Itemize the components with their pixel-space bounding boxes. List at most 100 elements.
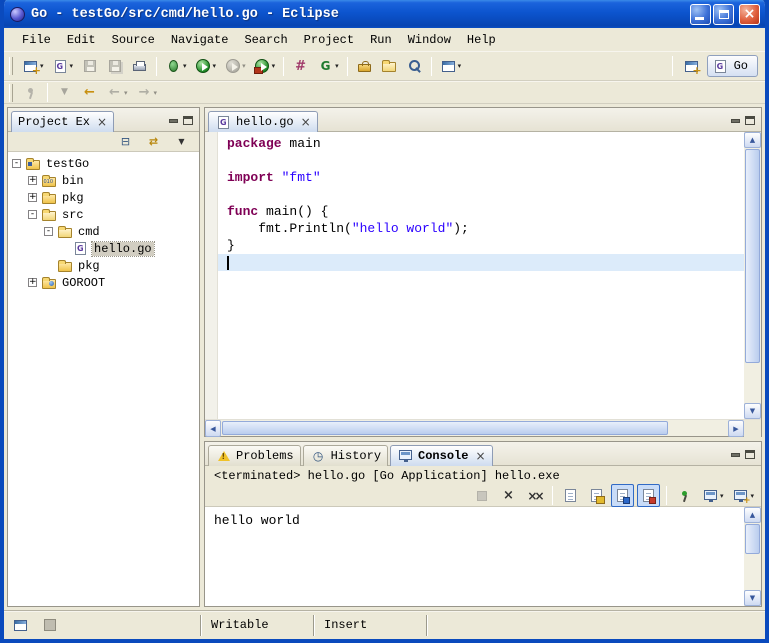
code-line[interactable]: } — [218, 237, 744, 254]
open-perspective-button[interactable] — [680, 55, 703, 78]
show-stdout-button[interactable] — [611, 484, 634, 507]
scroll-track[interactable] — [744, 523, 761, 590]
run-button[interactable]: ▾ — [192, 55, 220, 78]
terminate-button[interactable] — [471, 484, 494, 507]
project-tree[interactable]: -testGo+bin+pkg-src-cmdhello.gopkg+GOROO… — [8, 152, 199, 606]
open-console-button[interactable]: +▾ — [729, 484, 757, 507]
dropdown-arrow-icon[interactable]: ▾ — [272, 62, 276, 70]
external-tools-button[interactable]: ▾ — [251, 55, 279, 78]
search-button[interactable] — [403, 55, 426, 78]
tab-history[interactable]: ◷History — [303, 445, 388, 466]
tree-item-bin[interactable]: +bin — [8, 172, 199, 189]
dropdown-arrow-icon[interactable]: ▾ — [70, 62, 74, 70]
menu-run[interactable]: Run — [362, 31, 400, 49]
dropdown-arrow-icon[interactable]: ▾ — [750, 492, 754, 500]
print-button[interactable] — [128, 55, 151, 78]
scroll-track[interactable] — [221, 420, 728, 436]
dropdown-arrow-icon[interactable]: ▾ — [213, 62, 217, 70]
toolbar-grip[interactable] — [9, 84, 13, 102]
tree-expander-icon[interactable]: + — [28, 193, 37, 202]
maximize-button[interactable] — [713, 4, 734, 25]
tab-hello-go[interactable]: hello.go × — [208, 111, 318, 132]
back-button[interactable]: ←▾ — [103, 81, 131, 104]
new-go-package-button[interactable]: # — [289, 55, 312, 78]
tree-item-goroot[interactable]: +GOROOT — [8, 274, 199, 291]
scroll-down-button[interactable]: ▼ — [744, 590, 761, 606]
open-resource-button[interactable] — [353, 55, 376, 78]
maximize-view-button[interactable] — [745, 450, 755, 459]
tab-project-explorer[interactable]: Project Ex × — [11, 111, 114, 132]
new-go-file-button[interactable]: G▾ — [314, 55, 342, 78]
scroll-right-button[interactable]: ▶ — [728, 420, 744, 437]
code-line[interactable]: package main — [218, 135, 744, 152]
collapse-all-button[interactable]: ⊟ — [114, 130, 137, 153]
close-icon[interactable]: × — [301, 116, 311, 128]
console-vertical-scrollbar[interactable]: ▲ ▼ — [744, 507, 761, 606]
dropdown-arrow-icon[interactable]: ▾ — [335, 62, 339, 70]
tree-item-src[interactable]: -src — [8, 206, 199, 223]
link-with-editor-button[interactable]: ⇄ — [142, 130, 165, 153]
pin-console-button[interactable] — [673, 484, 696, 507]
dropdown-arrow-icon[interactable]: ▾ — [720, 492, 724, 500]
scroll-thumb[interactable] — [745, 524, 760, 554]
dropdown-arrow-icon[interactable]: ▾ — [458, 62, 462, 70]
dropdown-arrow-icon[interactable]: ▾ — [124, 89, 128, 97]
debug-button[interactable]: ▾ — [162, 55, 190, 78]
code-line[interactable]: func main() { — [218, 203, 744, 220]
editor-horizontal-scrollbar[interactable]: ◀ ▶ — [205, 419, 761, 436]
scroll-thumb[interactable] — [222, 421, 668, 435]
tab-console[interactable]: Console× — [390, 445, 492, 466]
minimize-view-button[interactable] — [731, 119, 740, 123]
tree-expander-icon[interactable]: - — [12, 159, 21, 168]
scroll-thumb[interactable] — [745, 149, 760, 363]
code-line[interactable]: import "fmt" — [218, 169, 744, 186]
menu-window[interactable]: Window — [400, 31, 459, 49]
save-button[interactable] — [78, 55, 101, 78]
go-perspective-button[interactable]: Go — [707, 55, 758, 77]
tree-expander-icon[interactable]: - — [28, 210, 37, 219]
minimize-view-button[interactable] — [169, 119, 178, 123]
close-icon[interactable]: × — [97, 116, 107, 128]
pin-editor-button[interactable] — [19, 81, 42, 104]
close-icon[interactable]: × — [475, 450, 485, 462]
tree-expander-icon[interactable]: + — [28, 176, 37, 185]
tree-item-pkg[interactable]: pkg — [8, 257, 199, 274]
show-view-button[interactable]: ▾ — [437, 55, 465, 78]
maximize-view-button[interactable] — [745, 116, 755, 125]
tab-problems[interactable]: Problems — [208, 445, 301, 466]
tree-item-hello-go[interactable]: hello.go — [8, 240, 199, 257]
scroll-lock-button[interactable] — [585, 484, 608, 507]
menu-file[interactable]: File — [14, 31, 59, 49]
show-stderr-button[interactable] — [637, 484, 660, 507]
minimize-view-button[interactable] — [731, 453, 740, 457]
menu-source[interactable]: Source — [104, 31, 163, 49]
remove-launch-button[interactable]: × — [497, 484, 520, 507]
code-line[interactable]: fmt.Println("hello world"); — [218, 220, 744, 237]
view-menu-button[interactable]: ▼ — [170, 130, 193, 153]
scroll-up-button[interactable]: ▲ — [744, 507, 761, 523]
console-output[interactable]: hello world — [205, 507, 744, 606]
toolbar-grip[interactable] — [9, 57, 13, 75]
dropdown-arrow-icon[interactable]: ▾ — [183, 62, 187, 70]
tree-expander-icon[interactable]: + — [28, 278, 37, 287]
editor-vertical-scrollbar[interactable]: ▲ ▼ — [744, 132, 761, 419]
new-wizard-button[interactable]: ▾ — [19, 55, 47, 78]
code-line[interactable] — [218, 186, 744, 203]
dropdown-arrow-icon[interactable]: ▾ — [242, 62, 246, 70]
minimize-button[interactable] — [690, 4, 711, 25]
tree-item-cmd[interactable]: -cmd — [8, 223, 199, 240]
code-line[interactable] — [218, 152, 744, 169]
remove-all-launches-button[interactable]: ×× — [523, 484, 546, 507]
tree-item-testgo[interactable]: -testGo — [8, 155, 199, 172]
fast-view-icon[interactable] — [12, 617, 29, 633]
display-console-button[interactable]: ▾ — [699, 484, 727, 507]
clear-console-button[interactable] — [559, 484, 582, 507]
menu-project[interactable]: Project — [296, 31, 362, 49]
menu-search[interactable]: Search — [236, 31, 295, 49]
run-history-button[interactable]: ▾ — [221, 55, 249, 78]
close-button[interactable]: × — [739, 4, 760, 25]
next-annotation-button[interactable]: ▼ — [53, 81, 76, 104]
maximize-view-button[interactable] — [183, 116, 193, 125]
new-go-element-button[interactable]: ▾ — [49, 55, 77, 78]
minimized-view-icon[interactable] — [41, 617, 58, 633]
